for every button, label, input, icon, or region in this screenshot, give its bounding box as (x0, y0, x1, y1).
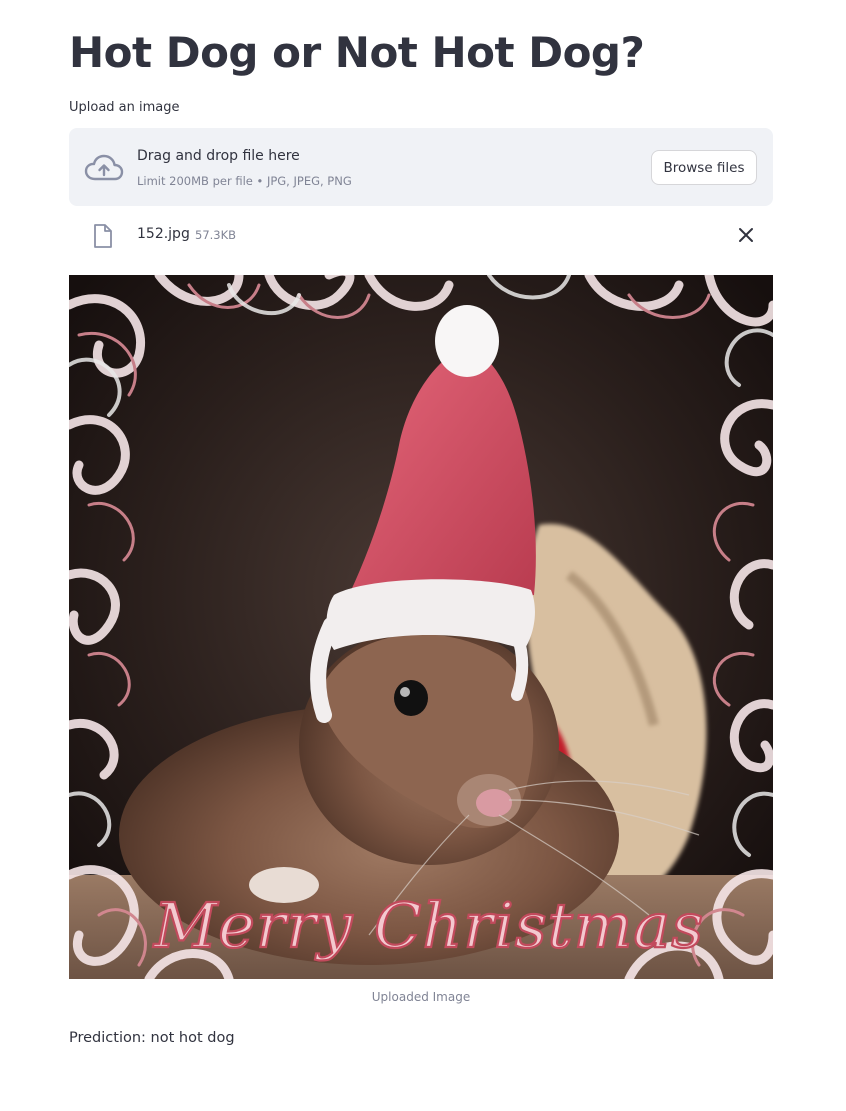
uploaded-file-row: 152.jpg 57.3KB (69, 214, 773, 258)
dropzone-title: Drag and drop file here (137, 148, 300, 164)
file-dropzone[interactable]: Drag and drop file here Limit 200MB per … (69, 128, 773, 206)
upload-label: Upload an image (69, 100, 180, 115)
dropzone-limit-text: Limit 200MB per file • JPG, JPEG, PNG (137, 174, 352, 188)
file-name: 152.jpg (137, 226, 190, 242)
rat-christmas-image: Merry Christmas (69, 275, 773, 979)
uploaded-image: Merry Christmas (69, 275, 773, 979)
file-icon (94, 224, 112, 248)
merry-christmas-text: Merry Christmas (153, 889, 704, 962)
image-caption: Uploaded Image (371, 990, 471, 1004)
page-title: Hot Dog or Not Hot Dog? (69, 28, 645, 77)
browse-files-button[interactable]: Browse files (651, 150, 757, 185)
close-icon[interactable] (737, 226, 755, 244)
file-size: 57.3KB (195, 228, 237, 242)
prediction-text: Prediction: not hot dog (69, 1030, 235, 1046)
cloud-upload-icon (84, 154, 124, 181)
